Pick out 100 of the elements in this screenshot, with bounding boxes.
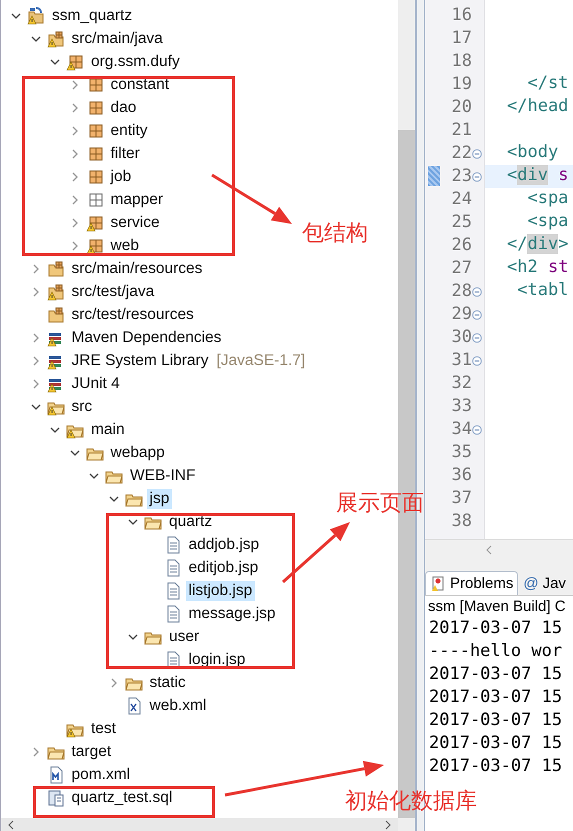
tree-item[interactable]: src/main/java [68,28,166,48]
collapse-icon[interactable] [472,356,482,366]
tree-item[interactable]: web [108,236,142,256]
tree-item[interactable]: JUnit 4 [68,374,123,394]
library-version: [JavaSE-1.7] [216,352,306,370]
code-text: > [558,234,568,254]
tree-item[interactable]: test [88,718,119,738]
code-text: <h2 [507,257,538,277]
line-number: 27 [450,257,472,280]
line-number: 30 [450,326,472,349]
console-line: 2017-03-07 15 [429,664,564,686]
tree-item[interactable]: JRE System Library [68,350,212,370]
tree-item[interactable]: pom.xml [68,764,134,784]
line-number: 19 [450,73,472,96]
panel-tab[interactable]: Problems [425,571,518,595]
annotation-label: 展示页面 [336,490,424,518]
line-number: 28 [450,280,472,303]
line-number: 26 [450,234,472,257]
collapse-icon[interactable] [472,310,482,320]
scroll-right-icon[interactable] [384,820,392,830]
code-text: <body [507,142,558,162]
tree-item[interactable]: entity [108,120,151,140]
code-text: </head [507,96,568,116]
collapse-icon[interactable] [472,286,482,296]
tree-item[interactable]: src/test/resources [68,304,197,324]
problems-icon [430,576,446,592]
tree-item[interactable]: web.xml [146,696,210,716]
annotation-label: 包结构 [302,220,368,248]
tree-item[interactable]: static [146,672,189,692]
tree-item[interactable]: quartz_test.sql [68,788,176,808]
code-text: <spa [526,188,568,208]
code-text: < [507,165,518,185]
tree-item[interactable]: service [108,212,163,232]
line-number: 21 [450,119,472,142]
tree-item[interactable]: filter [108,144,143,164]
tree-item[interactable]: src [68,396,96,416]
code-text: </st [526,73,568,93]
tree-item[interactable]: job [108,166,134,186]
arrow [282,522,350,584]
tree-item[interactable]: login.jsp [186,650,248,670]
tree-item[interactable]: user [166,626,202,646]
scroll-left-icon[interactable] [7,820,15,830]
collapse-icon[interactable] [472,332,482,342]
line-number: 20 [450,96,472,119]
console-line: ----hello wor [429,641,564,663]
tree-item[interactable]: addjob.jsp [186,534,262,554]
console-line: 2017-03-07 15 [429,733,564,755]
console-line: 2017-03-07 15 [429,618,564,640]
line-number: 23 [450,165,472,188]
tree-item[interactable]: src/main/resources [68,258,206,278]
line-number: 16 [450,4,472,27]
console-title: ssm [Maven Build] C [425,595,573,618]
tree-item[interactable]: message.jsp [186,604,279,624]
collapse-icon[interactable] [472,148,482,158]
line-number: 22 [450,142,472,165]
code-text: <tabl [516,280,568,300]
line-number: 17 [450,27,472,50]
line-number: 37 [450,487,472,510]
line-number: 34 [450,418,472,441]
tree-item[interactable]: quartz [166,512,216,532]
code-text: <spa [526,211,568,231]
console-line: 2017-03-07 15 [429,687,564,709]
line-number: 31 [450,349,472,372]
line-number: 29 [450,303,472,326]
line-number: 36 [450,464,472,487]
tree-item[interactable]: listjob.jsp [186,580,256,600]
line-number: 38 [450,510,472,533]
line-number: 33 [450,395,472,418]
tree-item[interactable]: WEB-INF [127,466,198,486]
line-number: 35 [450,441,472,464]
tree-item[interactable]: constant [108,74,172,94]
console-line: 2017-03-07 15 [429,756,564,778]
panel-tab[interactable]: @ Jav [518,571,571,595]
console-line: 2017-03-07 15 [429,710,564,732]
javadoc-icon: @ [523,575,539,592]
tree-item[interactable]: ssm_quartz [49,6,136,26]
line-number: 32 [450,372,472,395]
tree-item[interactable]: target [68,742,114,762]
tree-item[interactable]: jsp [146,488,172,508]
tree-item[interactable]: src/test/java [68,282,158,302]
tree-item[interactable]: mapper [108,190,166,210]
scrollbar[interactable] [1,818,398,831]
code-text: st [546,257,568,277]
code-text: </ [507,234,528,254]
scrollbar[interactable] [425,539,573,560]
tree-item[interactable]: Maven Dependencies [68,328,224,348]
tree-item[interactable]: dao [108,98,140,118]
line-number: 18 [450,50,472,73]
line-number: 24 [450,188,472,211]
tree-item[interactable]: main [88,420,128,440]
occurrence-highlight: div [527,234,558,254]
line-number: 25 [450,211,472,234]
occurrence-highlight: div [517,165,548,185]
tree-item[interactable]: webapp [108,442,168,462]
tree-item[interactable]: editjob.jsp [186,558,262,578]
code-text: s [557,165,568,185]
tree-item[interactable]: org.ssm.dufy [88,52,183,72]
annotation-label: 初始化数据库 [345,788,477,816]
collapse-icon[interactable] [472,424,482,434]
collapse-icon[interactable] [472,172,482,182]
